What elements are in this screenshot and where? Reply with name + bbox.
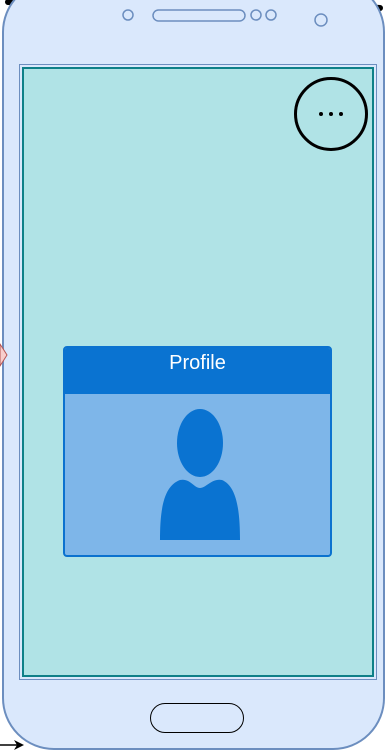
- profile-card[interactable]: Profile: [63, 346, 332, 557]
- user-silhouette-icon: [160, 409, 240, 540]
- sensor-icon: [265, 9, 277, 21]
- phone-mockup-canvas: Profile: [0, 0, 385, 756]
- speaker-grille: [152, 9, 246, 22]
- connector-arrow-tip: [0, 343, 8, 367]
- sensor-icon: [314, 13, 328, 27]
- sensor-icon: [250, 9, 262, 21]
- front-camera-icon: [122, 9, 134, 21]
- more-options-button[interactable]: [294, 77, 368, 151]
- home-button[interactable]: [150, 703, 244, 733]
- connector-arrow: [0, 740, 24, 750]
- more-horizontal-icon: [319, 112, 343, 116]
- profile-card-title: Profile: [65, 348, 330, 394]
- phone-top-sensors: [122, 9, 328, 27]
